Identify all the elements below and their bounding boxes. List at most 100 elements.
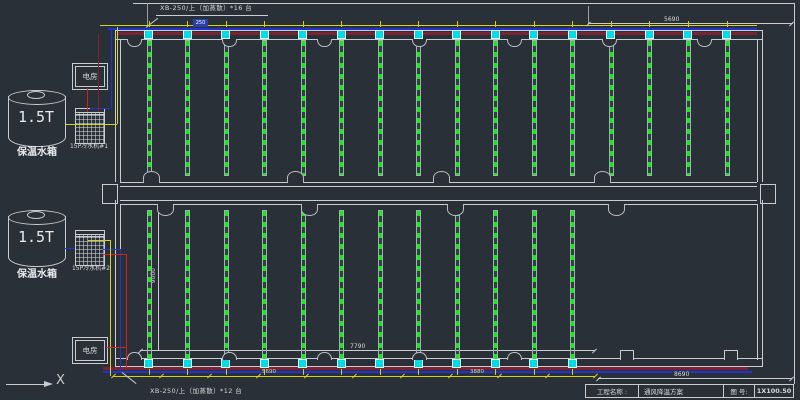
spray-pipe bbox=[493, 40, 498, 176]
unit-feed-tick bbox=[264, 369, 265, 375]
unit-feed-tick bbox=[341, 21, 342, 27]
bottom-unit-row-label: XB-250/上（加蒸散）*12 台 bbox=[150, 388, 242, 395]
unit-feed-tick bbox=[457, 369, 458, 375]
wire-yellow-top-h bbox=[66, 124, 117, 125]
spray-pipe bbox=[262, 40, 267, 176]
spray-unit-box bbox=[183, 30, 192, 39]
door-swing bbox=[157, 204, 174, 216]
spray-unit-box bbox=[452, 359, 461, 368]
wall-notch bbox=[127, 39, 142, 47]
chiller-top-label: 15P冷水机#1 bbox=[54, 144, 124, 150]
unit-feed-tick bbox=[380, 369, 381, 375]
wall-notch bbox=[222, 39, 237, 47]
spray-unit-box bbox=[183, 359, 192, 368]
spray-unit-box bbox=[221, 359, 230, 368]
spray-unit-box bbox=[375, 30, 384, 39]
unit-feed-tick bbox=[380, 21, 381, 27]
wire-red-bottom-h bbox=[103, 254, 126, 255]
spray-pipe bbox=[416, 210, 421, 361]
spray-pipe bbox=[339, 40, 344, 176]
spray-pipe bbox=[147, 40, 152, 176]
spray-unit-box bbox=[414, 30, 423, 39]
title-block: 工程名称 : 通风降温方案 图 号: 1X100.50 bbox=[585, 384, 794, 398]
spray-pipe bbox=[378, 40, 383, 176]
bottom-room-left-wall-outer bbox=[115, 200, 116, 366]
unit-feed-tick bbox=[149, 21, 150, 27]
x-axis-line bbox=[6, 384, 46, 385]
wall-notch bbox=[222, 352, 237, 360]
dim-bottom-right-text: 8690 bbox=[672, 372, 691, 378]
unit-feed-tick bbox=[303, 369, 304, 375]
spray-pipe bbox=[570, 40, 575, 176]
spray-pipe bbox=[185, 40, 190, 176]
wall-notch bbox=[317, 39, 332, 47]
dim-tick bbox=[138, 349, 143, 354]
power-room-top-inner: 电房 bbox=[75, 66, 105, 87]
wire-blue-tank2 bbox=[64, 248, 75, 249]
title-block-project-label: 工程名称 : bbox=[586, 385, 638, 397]
unit-feed-tick bbox=[303, 21, 304, 27]
dim-top-right-ext1 bbox=[588, 6, 589, 23]
door-swing bbox=[433, 171, 450, 183]
chiller-top-unit bbox=[75, 112, 105, 144]
spray-pipe bbox=[147, 210, 152, 361]
leader-dimension-tag[interactable]: 250 bbox=[193, 19, 208, 27]
spray-pipe bbox=[262, 210, 267, 361]
spray-unit-box bbox=[298, 359, 307, 368]
wire-red-bottom-v bbox=[126, 254, 127, 368]
wall-notch bbox=[602, 39, 617, 47]
chiller-bottom-label: 15P冷水机#2 bbox=[58, 266, 124, 272]
door-swing bbox=[287, 171, 304, 183]
bottom-supply-pipe-maroon bbox=[103, 367, 748, 370]
bottom-label-leader bbox=[122, 372, 137, 384]
spray-unit-box bbox=[606, 30, 615, 39]
top-room-left-wall-outer bbox=[115, 30, 116, 182]
spray-unit-box bbox=[414, 359, 423, 368]
unit-feed-tick bbox=[572, 369, 573, 375]
dim-top-right-text: 5690 bbox=[662, 17, 681, 23]
chiller-bottom-unit bbox=[75, 234, 105, 266]
spray-unit-box bbox=[375, 359, 384, 368]
unit-feed-tick bbox=[649, 21, 650, 27]
drawing-canvas[interactable]: 1.5T 保温水箱 15P冷水机#1 电房 1.5T 保温水箱 15P冷水机#2… bbox=[0, 0, 800, 400]
unit-feed-tick bbox=[226, 369, 227, 375]
unit-feed-tick bbox=[495, 21, 496, 27]
wall-notch bbox=[412, 39, 427, 47]
spray-pipe bbox=[301, 210, 306, 361]
dim-bottom-right-line bbox=[598, 378, 792, 379]
top-room-left-wall-inner bbox=[120, 39, 121, 182]
spray-pipe bbox=[416, 40, 421, 176]
wire-yellow-bottom-v bbox=[110, 240, 111, 376]
spray-pipe bbox=[455, 40, 460, 176]
unit-feed-tick bbox=[418, 369, 419, 375]
door-swing bbox=[447, 204, 464, 216]
spray-unit-box bbox=[683, 30, 692, 39]
dim-bottom-inner-line bbox=[140, 350, 595, 351]
wire-yellow-top-v bbox=[117, 27, 118, 124]
spray-pipe bbox=[609, 40, 614, 176]
unit-feed-tick bbox=[495, 369, 496, 375]
tank-top-capacity: 1.5T bbox=[8, 110, 64, 125]
spray-pipe bbox=[301, 40, 306, 176]
unit-feed-tick bbox=[341, 369, 342, 375]
title-block-project-name: 通风降温方案 bbox=[638, 385, 723, 397]
bottom-room-right-wall-outer bbox=[762, 200, 763, 366]
unit-feed-tick bbox=[534, 369, 535, 375]
unit-feed-tick bbox=[572, 21, 573, 27]
wire-power-bottom bbox=[106, 347, 126, 348]
wall-notch bbox=[507, 39, 522, 47]
dim-top-right-line bbox=[588, 23, 793, 24]
unit-feed-tick bbox=[688, 21, 689, 27]
spray-unit-box bbox=[645, 30, 654, 39]
spray-unit-box bbox=[260, 30, 269, 39]
spray-unit-box bbox=[337, 30, 346, 39]
top-room-right-wall-inner bbox=[757, 39, 758, 182]
wire-yellow-bottom-h bbox=[88, 240, 110, 241]
spray-unit-box bbox=[298, 30, 307, 39]
spray-unit-box bbox=[452, 30, 461, 39]
dim-tick bbox=[596, 377, 601, 382]
spray-unit-box bbox=[529, 30, 538, 39]
wire-blue-bottom-h bbox=[103, 249, 120, 250]
corridor-bottom-wall-2 bbox=[120, 204, 757, 205]
bottom-wall-door-1 bbox=[620, 350, 634, 360]
